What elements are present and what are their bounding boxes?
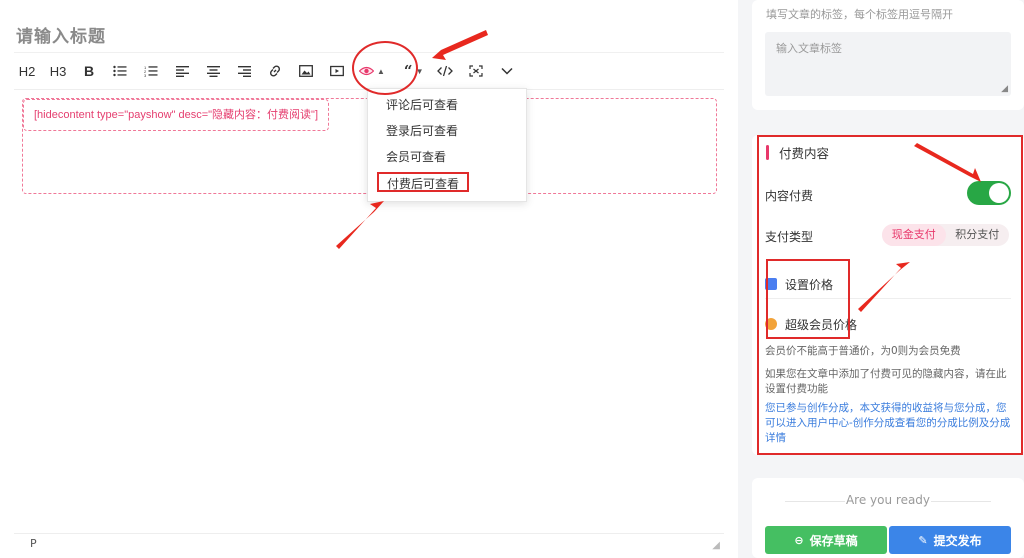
article-editor: 请输入标题 H2 H3 B 123 ▲ “ ▼ [hidecontent typ… [0, 0, 738, 558]
quote-icon: “ [403, 62, 413, 80]
hide-content-button[interactable]: ▲ [355, 58, 389, 84]
paid-hidden-note: 如果您在文章中添加了付费可见的隐藏内容，请在此设置付费功能 [765, 368, 1007, 395]
code-icon[interactable] [432, 58, 458, 84]
editor-toolbar: H2 H3 B 123 ▲ “ ▼ [14, 52, 724, 90]
caret-up-icon: ▲ [377, 66, 385, 76]
resize-grip-icon[interactable]: ◢ [712, 540, 720, 551]
unordered-list-icon[interactable] [107, 58, 133, 84]
publish-button[interactable]: ✎ 提交发布 [889, 526, 1011, 554]
option-after-login[interactable]: 登录后可查看 [386, 121, 458, 141]
submit-card: Are you ready ⊖ 保存草稿 ✎ 提交发布 [752, 478, 1024, 558]
set-price-label: 设置价格 [785, 277, 834, 292]
set-price-row[interactable]: 设置价格 [765, 274, 833, 294]
video-icon[interactable] [324, 58, 350, 84]
more-icon[interactable] [494, 58, 520, 84]
pay-type-label: 支付类型 [765, 230, 814, 244]
image-icon[interactable] [293, 58, 319, 84]
bold-button[interactable]: B [76, 58, 102, 84]
vip-price-row[interactable]: 超级会员价格 [765, 314, 857, 334]
paid-content-title: 付费内容 [779, 145, 830, 161]
paid-content-header: 付费内容 [766, 143, 829, 161]
align-center-icon[interactable] [200, 58, 226, 84]
pay-type-selector: 现金支付 积分支付 [882, 224, 1009, 246]
hide-content-dropdown: 评论后可查看 登录后可查看 会员可查看 付费后可查看 [367, 88, 527, 202]
ready-text: Are you ready [845, 493, 931, 507]
member-price-note: 会员价不能高于普通价，为0则为会员免费 [765, 345, 961, 357]
toggle-knob [989, 183, 1009, 203]
hidecontent-shortcode[interactable]: [hidecontent type="payshow" desc="隐藏内容：付… [23, 99, 330, 131]
content-paid-toggle[interactable] [967, 181, 1011, 205]
heading-3-button[interactable]: H3 [45, 58, 71, 84]
content-paid-label: 内容付费 [765, 189, 814, 203]
vip-price-label: 超级会员价格 [785, 317, 858, 332]
ordered-list-icon[interactable]: 123 [138, 58, 164, 84]
vip-crown-icon [765, 318, 777, 330]
divider [765, 298, 1011, 299]
quote-button[interactable]: “ ▼ [400, 58, 428, 84]
title-input[interactable]: 请输入标题 [16, 22, 106, 47]
pay-type-cash[interactable]: 现金支付 [882, 224, 946, 246]
align-left-icon[interactable] [169, 58, 195, 84]
heading-2-button[interactable]: H2 [14, 58, 40, 84]
svg-text:3: 3 [144, 73, 147, 77]
paid-content-card: 付费内容 内容付费 支付类型 现金支付 积分支付 设置价格 超级会员价格 会员价… [752, 135, 1024, 455]
align-right-icon[interactable] [231, 58, 257, 84]
divider [931, 501, 991, 502]
option-members-only[interactable]: 会员可查看 [386, 147, 446, 167]
edit-icon: ✎ [918, 533, 928, 547]
save-icon: ⊖ [794, 533, 804, 547]
element-path: P [30, 537, 37, 550]
tags-placeholder: 输入文章标签 [776, 42, 842, 55]
caret-down-icon: ▼ [415, 66, 424, 76]
tags-card: 填写文章的标签，每个标签用逗号隔开 输入文章标签 ◢ [752, 0, 1024, 110]
resize-grip-icon[interactable]: ◢ [1001, 84, 1008, 94]
tags-hint: 填写文章的标签，每个标签用逗号隔开 [766, 8, 953, 21]
accent-bar [766, 144, 769, 160]
editor-status-bar: P ◢ [14, 533, 724, 555]
save-draft-label: 保存草稿 [809, 533, 858, 548]
publish-label: 提交发布 [933, 533, 982, 548]
revenue-share-note[interactable]: 您已参与创作分成，本文获得的收益将与您分成，您可以进入用户中心-创作分成查看您的… [765, 401, 1013, 446]
option-after-comment[interactable]: 评论后可查看 [386, 95, 458, 115]
pay-type-points[interactable]: 积分支付 [946, 224, 1010, 246]
eye-icon [359, 66, 374, 76]
save-draft-button[interactable]: ⊖ 保存草稿 [765, 526, 887, 554]
fullscreen-icon[interactable] [463, 58, 489, 84]
tags-input[interactable]: 输入文章标签 ◢ [765, 32, 1011, 96]
link-icon[interactable] [262, 58, 288, 84]
price-tag-icon [765, 278, 777, 290]
option-after-payment[interactable]: 付费后可查看 [377, 172, 470, 192]
